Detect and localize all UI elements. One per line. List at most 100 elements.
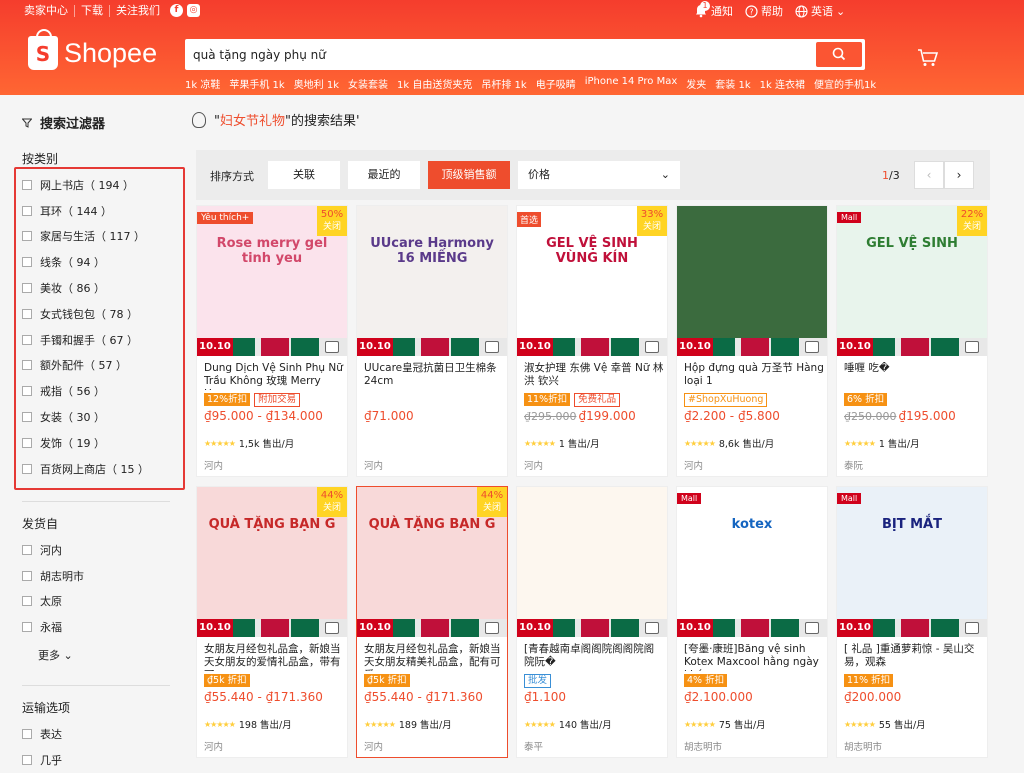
notifications-button[interactable]: 1 通知 xyxy=(694,1,733,19)
suggestion-link[interactable]: 1k 连衣裙 xyxy=(760,76,805,91)
category-checkbox[interactable]: 线条（ 94 ） xyxy=(22,249,149,275)
product-card[interactable]: QUÀ TẶNG BẠN G 44% 关闭 10.10 女朋友月经包礼品盒，新娘当天女朋… xyxy=(356,486,508,758)
checkbox[interactable] xyxy=(22,728,32,739)
cart-icon[interactable] xyxy=(917,49,939,67)
facebook-icon[interactable]: f xyxy=(170,4,183,17)
help-button[interactable]: ? 帮助 xyxy=(745,3,783,19)
category-checkbox[interactable]: 手镯和握手（ 67 ） xyxy=(22,327,149,353)
category-checkbox[interactable]: 网上书店（ 194 ） xyxy=(22,172,149,198)
checkbox[interactable] xyxy=(22,283,32,294)
similar-products-icon[interactable] xyxy=(805,622,819,634)
product-name[interactable]: Dung Dịch Vệ Sinh Phụ Nữ Trầu Không 玫瑰 M… xyxy=(204,362,344,390)
sort-top-sales-button[interactable]: 顶级销售额 xyxy=(428,161,510,189)
checkbox[interactable] xyxy=(22,360,32,371)
ship-from-checkbox[interactable]: 太原 xyxy=(22,589,84,615)
similar-products-icon[interactable] xyxy=(965,622,979,634)
suggestion-link[interactable]: 女装套装 xyxy=(348,76,388,91)
checkbox[interactable] xyxy=(22,179,32,190)
more-button[interactable]: 更多 ⌄ xyxy=(38,647,73,663)
search-input[interactable] xyxy=(193,43,803,66)
suggestion-link[interactable]: 便宜的手机1k xyxy=(814,76,876,91)
checkbox[interactable] xyxy=(22,308,32,319)
similar-products-icon[interactable] xyxy=(485,622,499,634)
similar-products-icon[interactable] xyxy=(965,341,979,353)
product-image[interactable] xyxy=(517,487,667,637)
product-card[interactable]: 10.10 [青春越南卓阁阁院阁阁院阁院阮� 批发 ₫1.100 ★★★★★ 140 售出… xyxy=(516,486,668,758)
product-image[interactable]: kotex xyxy=(677,487,827,637)
product-card[interactable]: BỊT MẮT Mall 10.10 [ 礼品 ]重通萝莉惊 - 吴山交易，观森 11%… xyxy=(836,486,988,758)
similar-products-icon[interactable] xyxy=(325,341,339,353)
checkbox[interactable] xyxy=(22,205,32,216)
product-image[interactable]: UUcare Harmony 16 MIẾNG xyxy=(357,206,507,356)
checkbox[interactable] xyxy=(22,463,32,474)
checkbox[interactable] xyxy=(22,596,32,607)
product-name[interactable]: Hộp đựng quà 万圣节 Hàng loại 1 xyxy=(684,362,824,390)
similar-products-icon[interactable] xyxy=(805,341,819,353)
checkbox[interactable] xyxy=(22,257,32,268)
shipping-checkbox[interactable]: 表达 xyxy=(22,721,62,747)
checkbox[interactable] xyxy=(22,622,32,633)
suggestion-link[interactable]: iPhone 14 Pro Max xyxy=(585,76,678,91)
checkbox[interactable] xyxy=(22,334,32,345)
suggestion-link[interactable]: 苹果手机 1k xyxy=(229,76,284,91)
sort-latest-button[interactable]: 最近的 xyxy=(348,161,420,189)
product-card[interactable]: QUÀ TẶNG BẠN G 44% 关闭 10.10 女朋友月经包礼品盒，新娘当天女朋… xyxy=(196,486,348,758)
shipping-checkbox[interactable]: 几乎 xyxy=(22,747,62,773)
checkbox[interactable] xyxy=(22,412,32,423)
prev-page-button[interactable]: ‹ xyxy=(914,161,944,189)
product-card[interactable]: kotex Mall 10.10 [夸墨·康班]Băng vệ sinh Kotex … xyxy=(676,486,828,758)
ship-from-checkbox[interactable]: 永福 xyxy=(22,614,84,640)
similar-products-icon[interactable] xyxy=(645,341,659,353)
product-name[interactable]: 唾喱 吃� xyxy=(844,362,984,390)
shopee-logo[interactable]: S Shopee xyxy=(28,29,157,70)
suggestion-link[interactable]: 发夹 xyxy=(686,76,706,91)
category-checkbox[interactable]: 百货网上商店（ 15 ） xyxy=(22,456,149,482)
suggestion-link[interactable]: 1k 凉鞋 xyxy=(185,76,220,91)
category-checkbox[interactable]: 额外配件（ 57 ） xyxy=(22,353,149,379)
category-checkbox[interactable]: 美妆（ 86 ） xyxy=(22,275,149,301)
search-button[interactable] xyxy=(816,42,862,67)
category-checkbox[interactable]: 戒指（ 56 ） xyxy=(22,378,149,404)
checkbox[interactable] xyxy=(22,570,32,581)
checkbox[interactable] xyxy=(22,437,32,448)
product-name[interactable]: [ 礼品 ]重通萝莉惊 - 吴山交易，观森 xyxy=(844,643,984,671)
product-name[interactable]: UUcare皇冠抗菌日卫生棉条 24cm xyxy=(364,362,504,390)
download-link[interactable]: 下载 xyxy=(75,4,110,17)
suggestion-link[interactable]: 吊杆排 1k xyxy=(481,76,526,91)
ship-from-checkbox[interactable]: 河内 xyxy=(22,537,84,563)
category-checkbox[interactable]: 女装（ 30 ） xyxy=(22,404,149,430)
product-name[interactable]: 淑女护理 东佛 Vệ 幸普 Nữ 林 洪 钦兴 xyxy=(524,362,664,390)
sort-relevance-button[interactable]: 关联 xyxy=(268,161,340,189)
product-image[interactable]: BỊT MẮT xyxy=(837,487,987,637)
product-name[interactable]: [青春越南卓阁阁院阁阁院阁院阮� xyxy=(524,643,664,671)
checkbox[interactable] xyxy=(22,231,32,242)
checkbox[interactable] xyxy=(22,544,32,555)
product-card[interactable]: GEL VỆ SINH VÙNG KÍN 首选 33% 关闭 10.10 淑女护理 东佛 … xyxy=(516,205,668,477)
category-checkbox[interactable]: 女式钱包包（ 78 ） xyxy=(22,301,149,327)
suggestion-link[interactable]: 电子吸睛 xyxy=(536,76,576,91)
sort-price-select[interactable]: 价格 ⌄ xyxy=(518,161,680,189)
next-page-button[interactable]: › xyxy=(944,161,974,189)
similar-products-icon[interactable] xyxy=(645,622,659,634)
product-card[interactable]: GEL VỆ SINH Mall 22% 关闭 10.10 唾喱 吃� 6% 折扣 ₫250.… xyxy=(836,205,988,477)
checkbox[interactable] xyxy=(22,386,32,397)
language-selector[interactable]: 英语 ⌄ xyxy=(795,3,845,19)
product-card[interactable]: 10.10 Hộp đựng quà 万圣节 Hàng loại 1 #ShopXu… xyxy=(676,205,828,477)
product-image[interactable] xyxy=(677,206,827,356)
product-name[interactable]: [夸墨·康班]Băng vệ sinh Kotex Maxcool hằng n… xyxy=(684,643,824,671)
seller-center-link[interactable]: 卖家中心 xyxy=(24,4,75,17)
suggestion-link[interactable]: 1k 自由送货夹克 xyxy=(397,76,472,91)
similar-products-icon[interactable] xyxy=(485,341,499,353)
suggestion-link[interactable]: 奥地利 1k xyxy=(294,76,339,91)
similar-products-icon[interactable] xyxy=(325,622,339,634)
product-name[interactable]: 女朋友月经包礼品盒，新娘当天女朋友的爱情礼品盒，带有可... xyxy=(204,643,344,671)
product-name[interactable]: 女朋友月经包礼品盒，新娘当天女朋友精美礼品盒，配有可爱... xyxy=(364,643,504,671)
checkbox[interactable] xyxy=(22,754,32,765)
category-checkbox[interactable]: 耳环（ 144 ） xyxy=(22,198,149,224)
product-card[interactable]: UUcare Harmony 16 MIẾNG 10.10 UUcare皇冠抗菌日卫… xyxy=(356,205,508,477)
category-checkbox[interactable]: 发饰（ 19 ） xyxy=(22,430,149,456)
product-card[interactable]: Rose merry gel tinh yeu Yêu thích+ 50% 关闭 10… xyxy=(196,205,348,477)
category-checkbox[interactable]: 家居与生活（ 117 ） xyxy=(22,224,149,250)
instagram-icon[interactable]: ◎ xyxy=(187,4,200,17)
ship-from-checkbox[interactable]: 胡志明市 xyxy=(22,563,84,589)
